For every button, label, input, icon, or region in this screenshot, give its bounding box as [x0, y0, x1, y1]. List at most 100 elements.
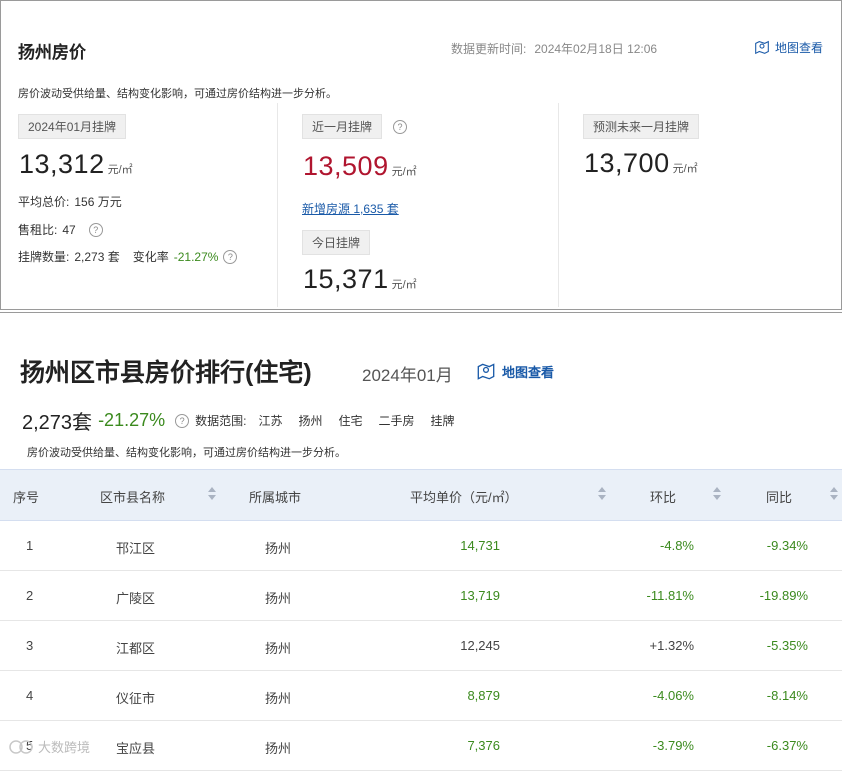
- row-index: 2: [26, 588, 34, 603]
- forecast-column: 预测未来一月挂牌 13,700 元/㎡: [558, 103, 840, 307]
- recent-month-tag: 近一月挂牌: [302, 114, 383, 139]
- map-view-label: 地图查看: [775, 40, 824, 55]
- ranking-summary: 2,273套 -21.27% ? 数据范围: 江苏 扬州 住宅 二手房 挂牌: [22, 406, 465, 435]
- ranking-map-label: 地图查看: [502, 364, 555, 380]
- sort-icon[interactable]: [598, 486, 606, 502]
- ranking-description: 房价波动受供给量、结构变化影响，可通过房价结构进一步分析。: [27, 447, 346, 459]
- scope-type[interactable]: 住宅: [338, 412, 362, 429]
- page-title: 扬州房价: [18, 43, 86, 62]
- row-mom: -4.8%: [660, 538, 694, 553]
- row-yoy: -8.14%: [766, 688, 808, 703]
- row-city: 扬州: [265, 691, 292, 706]
- row-city: 扬州: [265, 591, 292, 606]
- forecast-price: 13,700: [584, 148, 670, 178]
- header-district[interactable]: 区市县名称: [100, 487, 165, 506]
- price-unit: 元/㎡: [672, 163, 698, 175]
- table-row[interactable]: 2 广陵区 扬州 13,719 -11.81% -19.89%: [0, 571, 842, 621]
- row-mom: +1.32%: [649, 638, 694, 653]
- row-yoy: -6.37%: [766, 738, 808, 753]
- row-yoy: -5.35%: [766, 638, 808, 653]
- change-rate-value: -21.27%: [173, 249, 219, 264]
- listing-count-value: 2,273 套: [74, 250, 120, 264]
- row-district: 广陵区: [116, 591, 156, 606]
- row-yoy: -9.34%: [766, 538, 808, 553]
- rent-ratio-value: 47: [62, 222, 76, 237]
- watermark-text: 大数跨境: [38, 740, 91, 755]
- row-mom: -4.06%: [652, 688, 694, 703]
- help-icon[interactable]: ?: [393, 119, 408, 134]
- row-city: 扬州: [265, 641, 292, 656]
- help-icon[interactable]: ?: [88, 222, 103, 237]
- listing-count-label: 挂牌数量:: [18, 250, 70, 264]
- avg-total-value: 156 万元: [74, 195, 122, 209]
- scope-market[interactable]: 二手房: [379, 412, 415, 429]
- avg-total-label: 平均总价:: [18, 195, 70, 209]
- map-pin-icon: [755, 40, 769, 55]
- price-unit: 元/㎡: [391, 279, 417, 291]
- watermark-logo-icon: [9, 739, 33, 754]
- sort-icon[interactable]: [830, 486, 838, 502]
- new-listing-link[interactable]: 新增房源 1,635 套: [302, 202, 399, 216]
- sort-icon[interactable]: [713, 486, 721, 502]
- monthly-listing-tag: 2024年01月挂牌: [18, 114, 127, 139]
- scope-source[interactable]: 挂牌: [431, 412, 455, 429]
- row-index: 4: [26, 688, 34, 703]
- recent-month-price: 13,509: [303, 151, 389, 181]
- ranking-date: 2024年01月: [362, 366, 453, 385]
- row-index: 1: [26, 538, 34, 553]
- row-city: 扬州: [265, 741, 292, 756]
- table-header: 序号 区市县名称 所属城市 平均单价（元/㎡） 环比 同比: [0, 469, 842, 521]
- row-district: 宝应县: [116, 741, 156, 756]
- scope-city[interactable]: 扬州: [298, 412, 322, 429]
- scope-label: 数据范围:: [195, 414, 247, 428]
- watermark: 大数跨境: [8, 737, 90, 756]
- row-price: 12,245: [460, 638, 500, 653]
- monthly-listing-column: 2024年01月挂牌 13,312 元/㎡ 平均总价: 156 万元 售租比: 4…: [18, 103, 276, 307]
- update-time: 数据更新时间: 2024年02月18日 12:06: [451, 40, 657, 57]
- table-row[interactable]: 1 邗江区 扬州 14,731 -4.8% -9.34%: [0, 521, 842, 571]
- row-price: 7,376: [467, 738, 500, 753]
- map-view-link[interactable]: 地图查看: [753, 38, 823, 56]
- monthly-price: 13,312: [19, 149, 105, 179]
- row-price: 14,731: [460, 538, 500, 553]
- update-value: 2024年02月18日 12:06: [534, 42, 658, 56]
- row-price: 13,719: [460, 588, 500, 603]
- update-label: 数据更新时间:: [451, 42, 527, 56]
- row-district: 江都区: [116, 641, 156, 656]
- row-index: 3: [26, 638, 34, 653]
- price-unit: 元/㎡: [107, 164, 133, 176]
- table-row[interactable]: 3 江都区 扬州 12,245 +1.32% -5.35%: [0, 621, 842, 671]
- map-pin-icon: [477, 363, 495, 380]
- table-row[interactable]: 5 宝应县 扬州 7,376 -3.79% -6.37%: [0, 721, 842, 771]
- price-unit: 元/㎡: [391, 166, 417, 178]
- help-icon[interactable]: ?: [175, 413, 190, 428]
- row-yoy: -19.89%: [759, 588, 808, 603]
- listing-count: 2,273套: [22, 412, 93, 434]
- header-mom[interactable]: 环比: [650, 487, 676, 506]
- district-ranking-panel: 扬州区市县房价排行(住宅) 2024年01月 地图查看 2,273套 -21.2…: [0, 312, 842, 771]
- ranking-map-link[interactable]: 地图查看: [475, 360, 554, 382]
- ranking-title: 扬州区市县房价排行(住宅): [20, 359, 312, 387]
- row-city: 扬州: [265, 541, 292, 556]
- header-price[interactable]: 平均单价（元/㎡）: [410, 487, 518, 506]
- today-price: 15,371: [303, 264, 389, 294]
- table-row[interactable]: 4 仪征市 扬州 8,879 -4.06% -8.14%: [0, 671, 842, 721]
- today-listing-tag: 今日挂牌: [302, 230, 371, 255]
- row-price: 8,879: [467, 688, 500, 703]
- header-city: 所属城市: [249, 490, 302, 505]
- rent-ratio-label: 售租比:: [18, 223, 58, 237]
- help-icon[interactable]: ?: [223, 249, 238, 264]
- description: 房价波动受供给量、结构变化影响，可通过房价结构进一步分析。: [18, 88, 337, 100]
- header-yoy[interactable]: 同比: [766, 487, 792, 506]
- row-mom: -3.79%: [652, 738, 694, 753]
- scope-province[interactable]: 江苏: [258, 412, 282, 429]
- row-mom: -11.81%: [646, 588, 694, 603]
- recent-month-column: 近一月挂牌 ? 13,509 元/㎡ 新增房源 1,635 套 今日挂牌 15,3…: [277, 103, 557, 307]
- row-district: 仪征市: [116, 691, 156, 706]
- change-rate-label: 变化率: [132, 250, 169, 264]
- sort-icon[interactable]: [208, 486, 216, 502]
- forecast-tag: 预测未来一月挂牌: [583, 114, 700, 139]
- price-overview-panel: 扬州房价 数据更新时间: 2024年02月18日 12:06 地图查看 房价波动受…: [0, 0, 842, 310]
- row-district: 邗江区: [116, 541, 156, 556]
- change-rate: -21.27%: [98, 410, 166, 430]
